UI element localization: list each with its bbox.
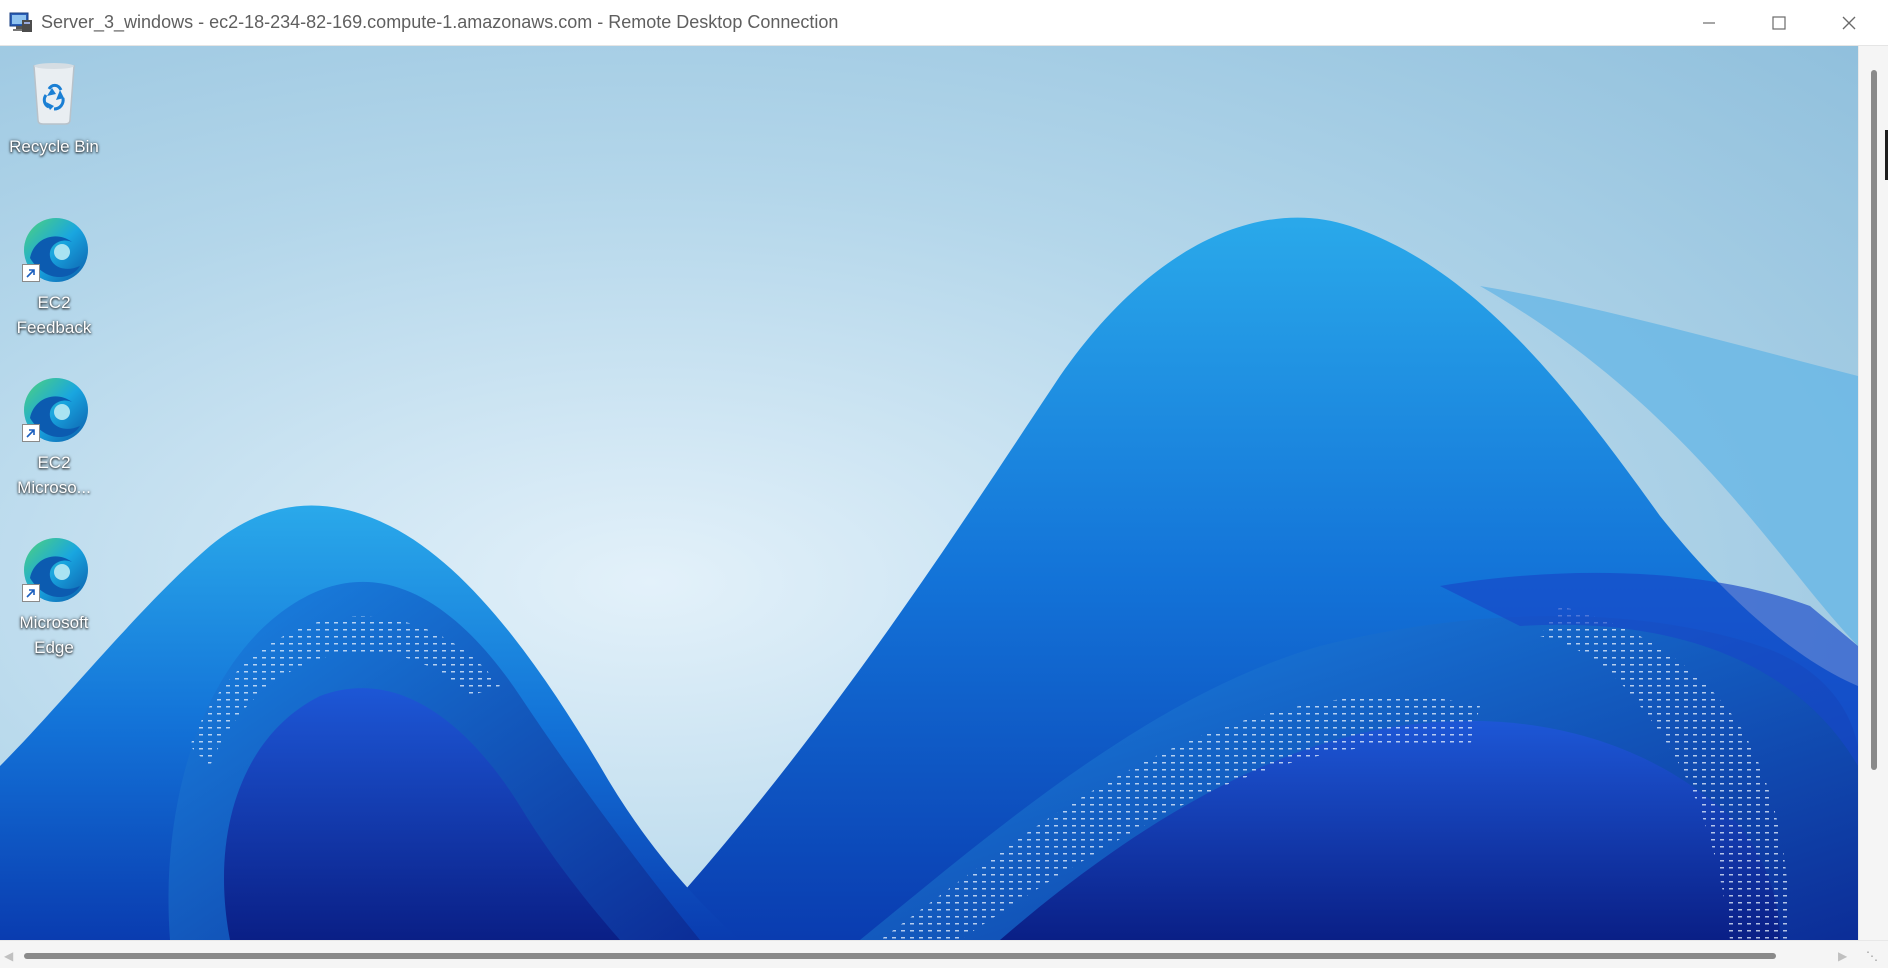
scroll-right-arrow-icon[interactable]: ▶ xyxy=(1838,949,1847,963)
minimize-icon xyxy=(1703,21,1715,24)
window-titlebar[interactable]: Server_3_windows - ec2-18-234-82-169.com… xyxy=(0,0,1888,46)
horizontal-scrollbar[interactable]: ◀ ▶ ⋱ xyxy=(0,940,1888,968)
desktop-icon-label: Microsoft Edge xyxy=(19,613,89,657)
desktop-icon-ec2-feedback[interactable]: EC2 Feedback xyxy=(6,212,102,340)
remote-desktop-area[interactable]: Recycle Bin EC2 Feedback EC2 Microso... … xyxy=(0,46,1858,940)
window-title: Server_3_windows - ec2-18-234-82-169.com… xyxy=(41,12,839,32)
recycle-bin-icon xyxy=(16,56,92,132)
desktop-icon-label: Recycle Bin xyxy=(9,137,99,156)
edge-icon xyxy=(16,532,92,608)
shortcut-arrow-icon xyxy=(22,264,40,282)
close-icon xyxy=(1842,16,1856,29)
shortcut-arrow-icon xyxy=(22,584,40,602)
shortcut-arrow-icon xyxy=(22,424,40,442)
desktop-icon-recycle-bin[interactable]: Recycle Bin xyxy=(6,56,102,159)
desktop-icon-label: EC2 Feedback xyxy=(16,293,92,337)
close-button[interactable] xyxy=(1814,0,1884,45)
resize-grip-icon[interactable]: ⋱ xyxy=(1866,949,1878,963)
vertical-scrollbar-thumb[interactable] xyxy=(1871,70,1877,770)
desktop-icon-label: EC2 Microso... xyxy=(17,453,91,497)
remote-desktop-app-icon[interactable] xyxy=(9,11,33,33)
desktop-icon-microsoft-edge[interactable]: Microsoft Edge xyxy=(6,532,102,660)
maximize-icon xyxy=(1772,15,1786,30)
scroll-left-arrow-icon[interactable]: ◀ xyxy=(4,949,13,963)
edge-icon xyxy=(16,372,92,448)
wallpaper-bloom xyxy=(0,46,1858,940)
horizontal-scrollbar-thumb[interactable] xyxy=(24,953,1776,959)
maximize-button[interactable] xyxy=(1744,0,1814,45)
vertical-scrollbar[interactable] xyxy=(1858,46,1888,940)
desktop-icon-ec2-microsoft[interactable]: EC2 Microso... xyxy=(6,372,102,500)
minimize-button[interactable] xyxy=(1674,0,1744,45)
edge-icon xyxy=(16,212,92,288)
